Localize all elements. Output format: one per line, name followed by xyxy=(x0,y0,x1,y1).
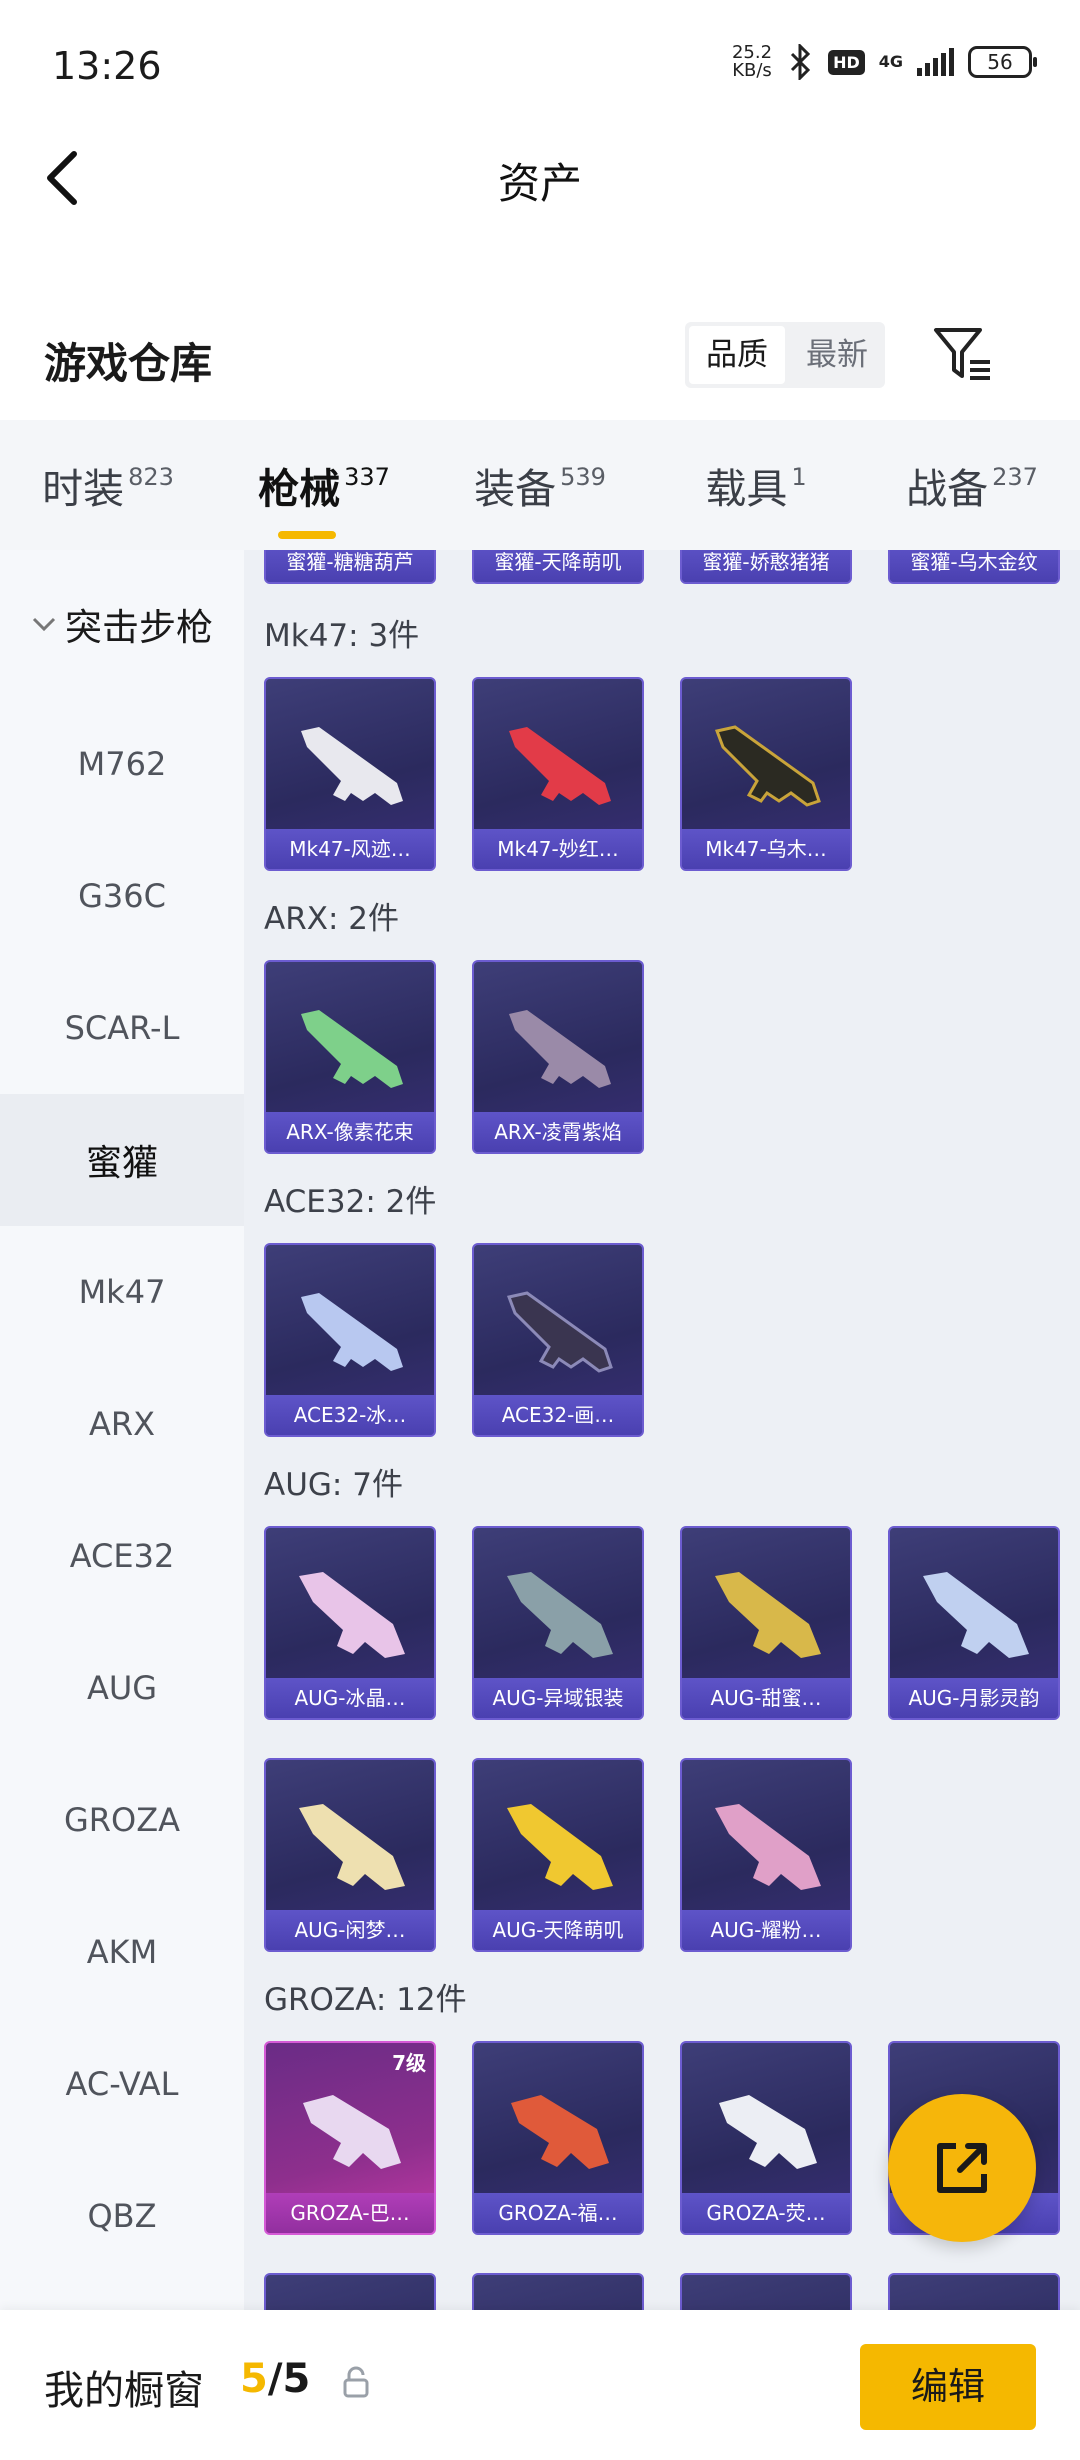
skin-card[interactable]: AUG-异域银装 xyxy=(472,1526,644,1720)
lock-icon xyxy=(343,2366,369,2398)
skin-card[interactable]: Mk47-妙红… xyxy=(472,677,644,871)
battery-icon: 56 xyxy=(968,46,1037,78)
group-label-mk47: Mk47: 3件 xyxy=(264,618,420,654)
skin-card[interactable] xyxy=(472,2273,644,2310)
sidebar-item-mk47[interactable]: Mk47 xyxy=(0,1226,244,1358)
sidebar-item-g36c[interactable]: G36C xyxy=(0,830,244,962)
sidebar-item-akm[interactable]: AKM xyxy=(0,1886,244,2018)
signal-icon xyxy=(917,48,954,76)
sidebar-item-honey-badger[interactable]: 蜜獾 xyxy=(0,1094,244,1226)
network-type: 4G xyxy=(878,52,903,71)
tab-guns[interactable]: 枪械 337 xyxy=(216,455,432,539)
rifle-icon xyxy=(714,725,821,807)
skin-card[interactable]: AUG-闲梦… xyxy=(264,1758,436,1952)
group-label-ace32: ACE32: 2件 xyxy=(264,1184,437,1220)
bluetooth-icon xyxy=(791,44,811,80)
skin-card[interactable]: Mk47-乌木… xyxy=(680,677,852,871)
hd-badge: HD xyxy=(828,49,865,75)
skin-card[interactable]: Mk47-风迹… xyxy=(264,677,436,871)
chevron-down-icon xyxy=(32,617,56,632)
grade-badge: 7级 xyxy=(392,2051,426,2075)
tab-vehicles[interactable]: 载具 1 xyxy=(648,455,864,515)
bullpup-rifle-icon xyxy=(719,2095,817,2169)
skin-card[interactable]: 蜜獾-天降萌叽 xyxy=(472,550,644,584)
rifle-icon xyxy=(506,1291,613,1373)
status-icons: 25.2 KB/s HD 4G 56 xyxy=(731,42,1037,81)
bullpup-rifle-icon xyxy=(507,1804,613,1890)
rifle-icon xyxy=(301,1293,403,1371)
sidebar-item-ac-val[interactable]: AC-VAL xyxy=(0,2018,244,2150)
bullpup-rifle-icon xyxy=(303,2095,401,2169)
sidebar-item-qbz[interactable]: QBZ xyxy=(0,2150,244,2282)
bullpup-rifle-icon xyxy=(299,1804,405,1890)
tab-underline xyxy=(278,531,336,539)
group-label-arx: ARX: 2件 xyxy=(264,901,400,937)
status-bar: 13:26 25.2 KB/s HD 4G 56 xyxy=(0,0,1080,140)
weapon-sidebar: 突击步枪 M762 G36C SCAR-L 蜜獾 Mk47 ARX ACE32 … xyxy=(0,550,244,2310)
showcase-label: 我的橱窗 xyxy=(44,2368,204,2414)
skin-card[interactable]: ACE32-画… xyxy=(472,1243,644,1437)
tab-equipment[interactable]: 装备 539 xyxy=(432,455,648,515)
category-tabs: 时装 823 枪械 337 装备 539 载具 1 战备 237 xyxy=(0,420,1080,550)
skin-card[interactable]: 7级 GROZA-巴… xyxy=(264,2041,436,2235)
skin-card[interactable]: ARX-像素花束 xyxy=(264,960,436,1154)
bullpup-rifle-icon xyxy=(715,1804,821,1890)
skin-card[interactable]: 蜜獾-乌木金纹 xyxy=(888,550,1060,584)
rifle-icon xyxy=(301,727,403,805)
skin-card[interactable]: AUG-天降萌叽 xyxy=(472,1758,644,1952)
page-title: 资产 xyxy=(497,159,582,208)
skin-card[interactable] xyxy=(264,2273,436,2310)
skin-card[interactable]: 蜜獾-娇憨猪猪 xyxy=(680,550,852,584)
share-button[interactable] xyxy=(888,2094,1036,2242)
sort-toggle[interactable]: 品质 最新 xyxy=(685,322,885,388)
share-external-icon xyxy=(937,2143,987,2193)
bottom-bar: 我的橱窗 5/5 编辑 xyxy=(0,2310,1080,2460)
skin-card[interactable] xyxy=(888,2273,1060,2310)
network-speed: 25.2 KB/s xyxy=(731,42,773,81)
sidebar-group-header[interactable]: 突击步枪 xyxy=(0,550,244,698)
skin-card[interactable] xyxy=(680,2273,852,2310)
bullpup-rifle-icon xyxy=(923,1572,1029,1658)
showcase-count: 5/5 xyxy=(240,2356,311,2402)
bullpup-rifle-icon xyxy=(299,1572,405,1658)
group-label-aug: AUG: 7件 xyxy=(264,1467,403,1503)
skin-card[interactable]: AUG-甜蜜… xyxy=(680,1526,852,1720)
skin-card[interactable]: ARX-凌霄紫焰 xyxy=(472,960,644,1154)
group-label-groza: GROZA: 12件 xyxy=(264,1982,467,2018)
skin-card[interactable]: AUG-冰晶… xyxy=(264,1526,436,1720)
bullpup-rifle-icon xyxy=(715,1572,821,1658)
sidebar-item-scar-l[interactable]: SCAR-L xyxy=(0,962,244,1094)
sidebar-item-groza[interactable]: GROZA xyxy=(0,1754,244,1886)
edit-button[interactable]: 编辑 xyxy=(860,2344,1036,2430)
sort-newest[interactable]: 最新 xyxy=(789,322,885,388)
rifle-icon xyxy=(509,727,611,805)
sidebar-item-arx[interactable]: ARX xyxy=(0,1358,244,1490)
skin-card[interactable]: AUG-耀粉… xyxy=(680,1758,852,1952)
skin-card[interactable]: AUG-月影灵韵 xyxy=(888,1526,1060,1720)
skin-card[interactable]: GROZA-荧… xyxy=(680,2041,852,2235)
bullpup-rifle-icon xyxy=(507,1572,613,1658)
filter-icon[interactable] xyxy=(930,322,994,386)
rifle-icon xyxy=(509,1010,611,1088)
skin-card[interactable]: GROZA-福… xyxy=(472,2041,644,2235)
bullpup-rifle-icon xyxy=(511,2095,609,2169)
skin-card[interactable]: 蜜獾-糖糖葫芦 xyxy=(264,550,436,584)
skin-grid: 蜜獾-糖糖葫芦 蜜獾-天降萌叽 蜜獾-娇憨猪猪 蜜獾-乌木金纹 Mk47: 3件… xyxy=(244,550,1080,2310)
sidebar-item-ace32[interactable]: ACE32 xyxy=(0,1490,244,1622)
tab-fashion[interactable]: 时装 823 xyxy=(0,455,216,515)
status-time: 13:26 xyxy=(52,44,162,88)
skin-card[interactable]: ACE32-冰… xyxy=(264,1243,436,1437)
tab-supplies[interactable]: 战备 237 xyxy=(864,455,1080,515)
sidebar-item-m762[interactable]: M762 xyxy=(0,698,244,830)
rifle-icon xyxy=(301,1010,403,1088)
section-title: 游戏仓库 xyxy=(44,339,213,388)
sidebar-item-aug[interactable]: AUG xyxy=(0,1622,244,1754)
sort-quality[interactable]: 品质 xyxy=(689,326,785,384)
